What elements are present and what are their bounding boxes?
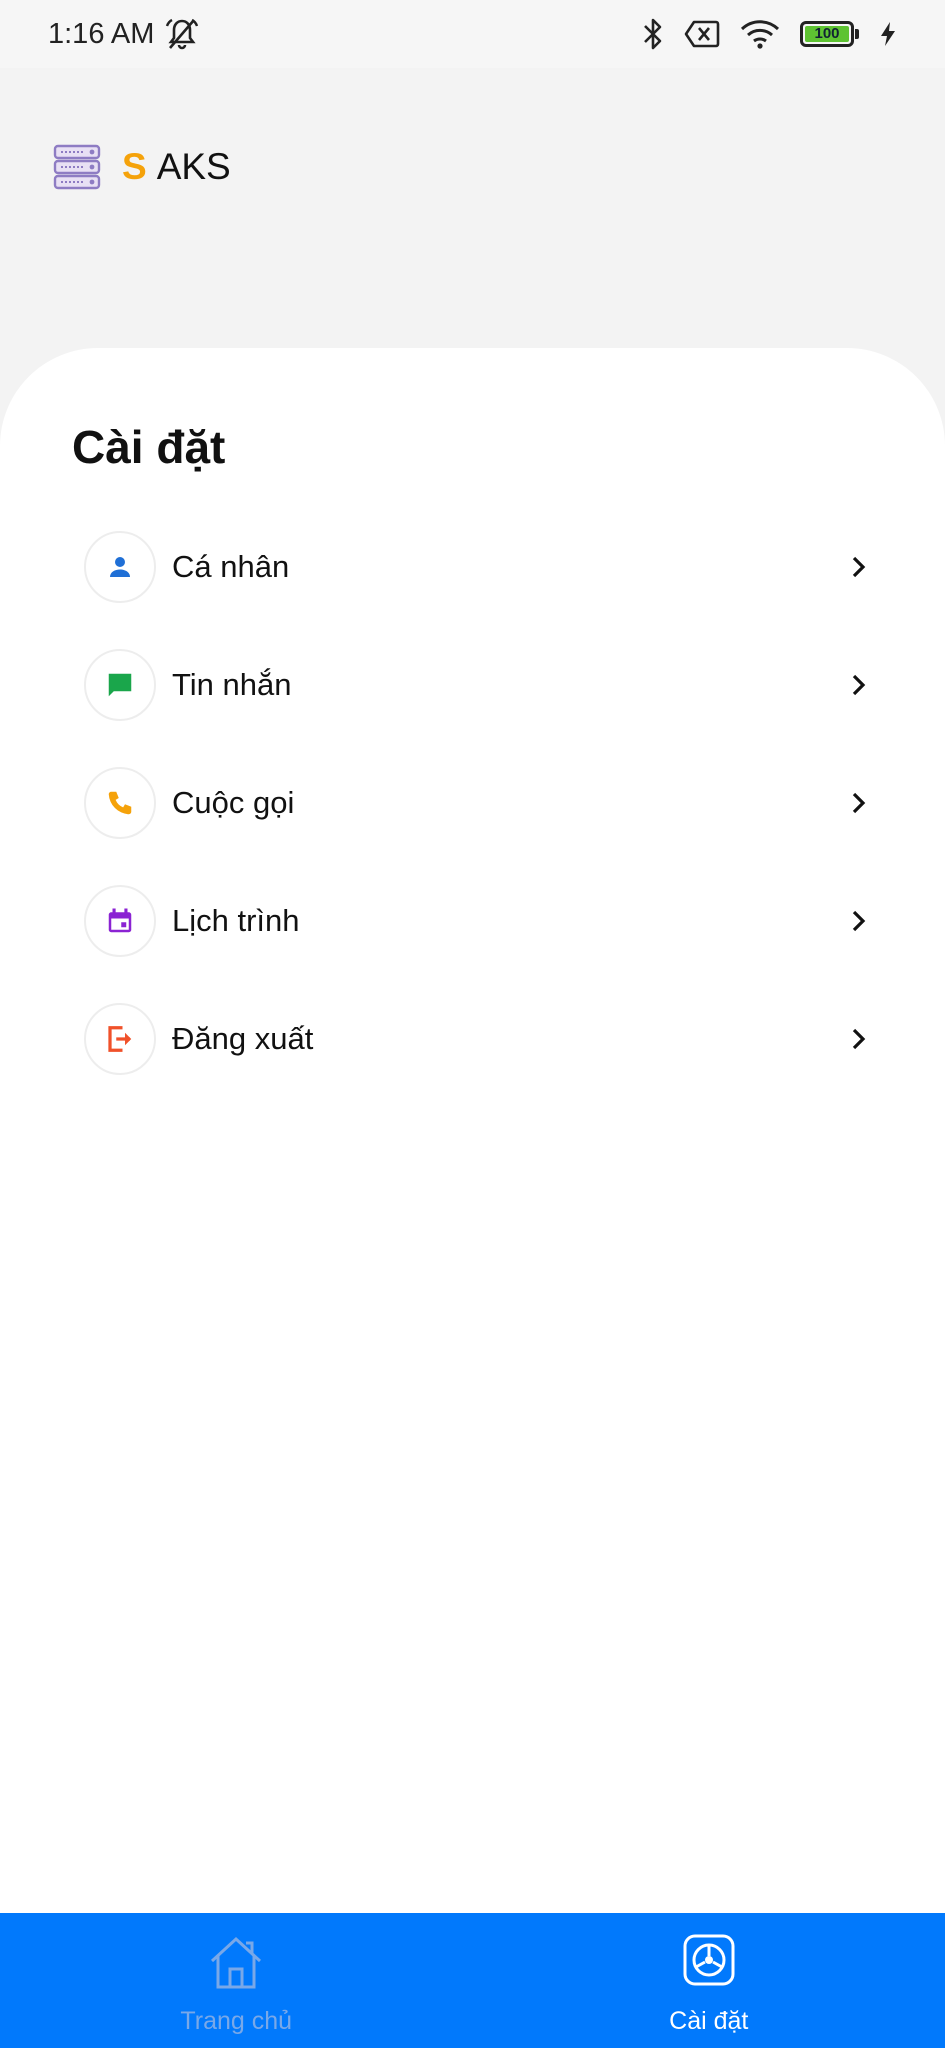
status-time: 1:16 AM bbox=[48, 17, 155, 50]
settings-icon bbox=[683, 1934, 735, 1986]
battery-tip bbox=[855, 29, 859, 39]
menu-item-schedule[interactable]: Lịch trình bbox=[0, 862, 945, 980]
server-icon bbox=[53, 144, 101, 190]
menu-item-logout[interactable]: Đăng xuất bbox=[0, 980, 945, 1098]
page-title: Cài đặt bbox=[72, 421, 226, 473]
menu-item-label: Lịch trình bbox=[172, 903, 300, 938]
menu-item-personal[interactable]: Cá nhân bbox=[0, 508, 945, 626]
menu-item-label: Tin nhắn bbox=[172, 667, 292, 702]
battery-body: 100 bbox=[800, 21, 854, 47]
bluetooth-icon bbox=[644, 18, 662, 50]
menu-item-messages[interactable]: Tin nhắn bbox=[0, 626, 945, 744]
chevron-right-icon bbox=[852, 910, 866, 932]
status-left: 1:16 AM bbox=[48, 17, 200, 51]
battery-level: 100 bbox=[805, 26, 849, 42]
bell-off-icon bbox=[166, 18, 199, 50]
chevron-right-icon bbox=[852, 556, 866, 578]
app-logo: S AKS bbox=[122, 146, 231, 188]
home-icon bbox=[211, 1936, 262, 1989]
menu-icon-wrap bbox=[84, 531, 156, 603]
menu-item-calls[interactable]: Cuộc gọi bbox=[0, 744, 945, 862]
status-right: 100 bbox=[642, 17, 897, 51]
logout-icon bbox=[108, 1026, 132, 1052]
tab-home[interactable]: Trang chủ bbox=[0, 1913, 473, 2048]
no-sim-icon bbox=[684, 20, 720, 48]
tab-settings[interactable]: Cài đặt bbox=[473, 1913, 945, 2048]
calendar-icon bbox=[108, 908, 132, 933]
person-icon bbox=[110, 557, 130, 577]
wifi-icon bbox=[740, 20, 780, 49]
phone-icon bbox=[108, 791, 132, 815]
bottom-nav: Trang chủ Cài đặt bbox=[0, 1913, 945, 2048]
app-header: S AKS bbox=[52, 142, 231, 192]
tab-settings-label: Cài đặt bbox=[669, 2007, 749, 2035]
settings-menu: Cá nhân Tin nhắn Cuộc gọi Lịch trình Đăn… bbox=[0, 508, 945, 1098]
menu-item-label: Đăng xuất bbox=[172, 1021, 314, 1056]
tab-home-label: Trang chủ bbox=[180, 2007, 293, 2035]
battery-icon: 100 bbox=[800, 21, 859, 47]
menu-item-label: Cá nhân bbox=[172, 549, 290, 584]
menu-icon-wrap bbox=[84, 649, 156, 721]
logo-letter: S bbox=[122, 146, 147, 187]
charging-icon bbox=[881, 22, 895, 46]
message-icon bbox=[108, 673, 132, 697]
menu-icon-wrap bbox=[84, 1003, 156, 1075]
logo-name: AKS bbox=[156, 146, 231, 187]
status-bar: 1:16 AM 100 bbox=[0, 0, 945, 68]
menu-icon-wrap bbox=[84, 767, 156, 839]
chevron-right-icon bbox=[852, 792, 866, 814]
menu-icon-wrap bbox=[84, 885, 156, 957]
settings-sheet: Cài đặt Cá nhân Tin nhắn Cuộc gọi Lịch t… bbox=[0, 348, 945, 1913]
menu-item-label: Cuộc gọi bbox=[172, 785, 295, 820]
chevron-right-icon bbox=[852, 1028, 866, 1050]
chevron-right-icon bbox=[852, 674, 866, 696]
